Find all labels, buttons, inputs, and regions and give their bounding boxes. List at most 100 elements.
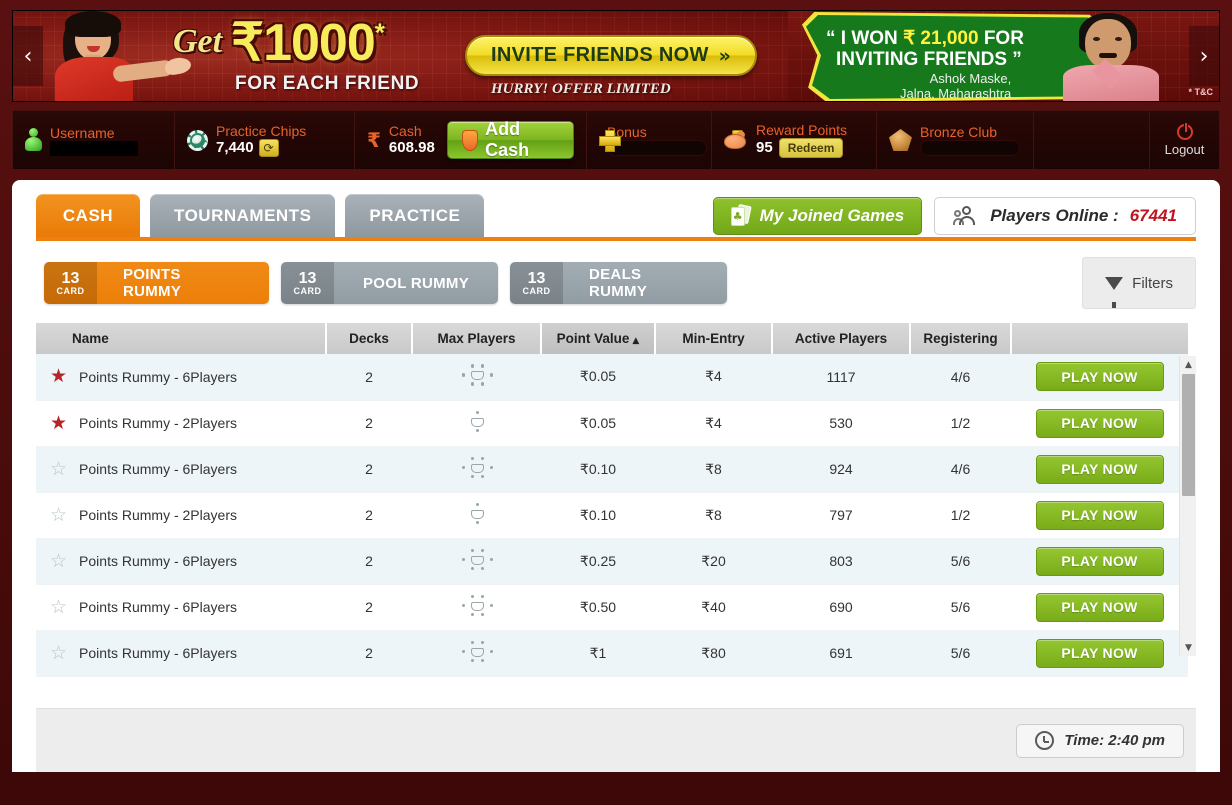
cell-active-players: 797 [772,492,910,539]
testimonial-amount: ₹ 21,000 [903,28,979,49]
cash-balance-cell[interactable]: ₹ Cash 608.98 [355,111,435,169]
deals-rummy-card-badge: 13 CARD [510,262,563,304]
cell-max-players [412,492,541,539]
cell-min-entry: ₹40 [655,584,772,631]
column-header-decks[interactable]: Decks [326,323,413,354]
game-name: Points Rummy - 2Players [79,507,237,523]
table-row[interactable]: ☆ Points Rummy - 6Players 2 ₹0.10 ₹8 924 … [36,446,1188,493]
bonus-value-redacted [607,140,707,156]
favorite-star-icon[interactable]: ☆ [50,505,67,525]
game-tab-points-rummy[interactable]: 13 CARD POINTS RUMMY [44,262,269,304]
column-header-min-entry[interactable]: Min-Entry [655,323,773,354]
cell-decks: 2 [326,584,412,631]
cell-max-players [412,354,541,401]
favorite-star-icon[interactable]: ★ [50,367,67,386]
my-joined-games-button[interactable]: ♣ My Joined Games [712,197,923,235]
deals-rummy-card-word: CARD [522,285,551,296]
practice-chips-label: Practice Chips [216,123,307,139]
banner-next-arrow[interactable]: › [1189,26,1219,86]
game-tab-pool-rummy[interactable]: 13 CARD POOL RUMMY [281,262,498,304]
terms-and-conditions-note: * T&C [1188,87,1214,97]
table-row[interactable]: ★ Points Rummy - 6Players 2 ₹0.05 ₹4 1117… [36,354,1188,401]
double-chevron-right-icon: » [718,44,731,67]
pool-rummy-card-badge: 13 CARD [281,262,334,304]
logout-label: Logout [1164,141,1205,157]
table-row[interactable]: ★ Points Rummy - 2Players 2 ₹0.05 ₹4 530 … [36,400,1188,447]
column-header-name[interactable]: Name [36,323,327,354]
banner-amount-asterisk: * [374,17,385,48]
testimonial-quote-open: “ I WON [826,28,904,49]
play-now-button[interactable]: PLAY NOW [1035,500,1164,530]
favorite-star-icon[interactable]: ☆ [50,551,67,571]
scroll-up-arrow-icon[interactable]: ▲ [1180,356,1197,373]
play-now-button[interactable]: PLAY NOW [1035,592,1164,622]
cell-decks: 2 [326,400,412,447]
deals-rummy-label: DEALS RUMMY [589,266,648,300]
bronze-club-cell[interactable]: Bronze Club [877,111,1034,169]
favorite-star-icon[interactable]: ★ [50,413,67,433]
play-now-button[interactable]: PLAY NOW [1035,362,1164,392]
lobby-panel: CASH TOURNAMENTS PRACTICE ♣ My Joined Ga… [12,180,1220,772]
favorite-star-icon[interactable]: ☆ [50,597,67,617]
scrollbar-thumb[interactable] [1182,374,1195,496]
practice-chips-cell[interactable]: Practice Chips 7,440 ⟳ [175,111,355,169]
play-now-button[interactable]: PLAY NOW [1035,638,1164,668]
cell-name: ☆ Points Rummy - 2Players [36,492,326,539]
table-row[interactable]: ☆ Points Rummy - 6Players 2 ₹0.25 ₹20 803… [36,538,1188,585]
games-table-wrapper: Name Decks Max Players Point Value ▲ Min-… [36,323,1196,677]
username-cell[interactable]: Username [13,111,175,169]
people-icon [953,206,979,226]
redeem-button[interactable]: Redeem [778,138,844,158]
cell-registering: 5/6 [910,538,1011,585]
cell-min-entry: ₹80 [655,630,772,677]
reward-points-cell[interactable]: Reward Points 95 Redeem [712,111,877,169]
column-header-max-players[interactable]: Max Players [412,323,542,354]
play-now-button[interactable]: PLAY NOW [1035,408,1164,438]
table-row[interactable]: ☆ Points Rummy - 6Players 2 ₹0.50 ₹40 690… [36,584,1188,631]
invite-friends-button[interactable]: INVITE FRIENDS NOW » [465,35,757,76]
add-cash-button[interactable]: Add Cash [447,119,574,160]
favorite-star-icon[interactable]: ☆ [50,459,67,479]
cell-min-entry: ₹4 [655,400,772,447]
game-name: Points Rummy - 6Players [79,599,237,615]
cell-decks: 2 [326,630,412,677]
person-icon [25,128,42,152]
funnel-icon [1105,276,1124,308]
tab-practice[interactable]: PRACTICE [345,194,485,237]
table-vertical-scrollbar[interactable]: ▲ ▼ [1179,356,1196,656]
column-header-registering[interactable]: Registering [910,323,1012,354]
cell-action: PLAY NOW [1011,584,1188,631]
table-row[interactable]: ☆ Points Rummy - 6Players 2 ₹1 ₹80 691 5/… [36,630,1188,677]
cell-point-value: ₹0.05 [541,354,655,401]
play-now-button[interactable]: PLAY NOW [1035,454,1164,484]
play-now-button[interactable]: PLAY NOW [1035,546,1164,576]
cell-max-players [412,538,541,585]
six-seat-table-icon [457,639,497,665]
column-header-point-value[interactable]: Point Value ▲ [541,323,656,354]
points-rummy-label: POINTS RUMMY [123,266,182,300]
cell-action: PLAY NOW [1011,492,1188,539]
logout-button[interactable]: Logout [1150,111,1219,169]
column-header-active-players[interactable]: Active Players [772,323,911,354]
scroll-down-arrow-icon[interactable]: ▼ [1180,639,1197,656]
banner-lady-photo [41,11,193,101]
favorite-star-icon[interactable]: ☆ [50,643,67,663]
bronze-club-label: Bronze Club [920,124,998,140]
cell-point-value: ₹0.50 [541,584,655,631]
cell-min-entry: ₹8 [655,446,772,493]
bonus-label: Bonus [607,124,647,140]
tab-tournaments[interactable]: TOURNAMENTS [150,194,336,237]
cell-min-entry: ₹8 [655,492,772,539]
refresh-icon[interactable]: ⟳ [258,139,279,157]
table-row[interactable]: ☆ Points Rummy - 2Players 2 ₹0.10 ₹8 797 … [36,492,1188,539]
playing-cards-icon: ♣ [730,203,752,227]
banner-prev-arrow[interactable]: ‹ [13,26,43,86]
cell-decks: 2 [326,538,412,585]
tab-cash[interactable]: CASH [36,194,140,237]
user-account-bar: Username Practice Chips 7,440 ⟳ ₹ Cash 6… [12,110,1220,170]
points-rummy-card-count: 13 [61,269,80,287]
bonus-cell[interactable]: Bonus [587,111,712,169]
cell-name: ☆ Points Rummy - 6Players [36,446,326,493]
filters-button[interactable]: Filters [1082,257,1196,309]
game-tab-deals-rummy[interactable]: 13 CARD DEALS RUMMY [510,262,727,304]
